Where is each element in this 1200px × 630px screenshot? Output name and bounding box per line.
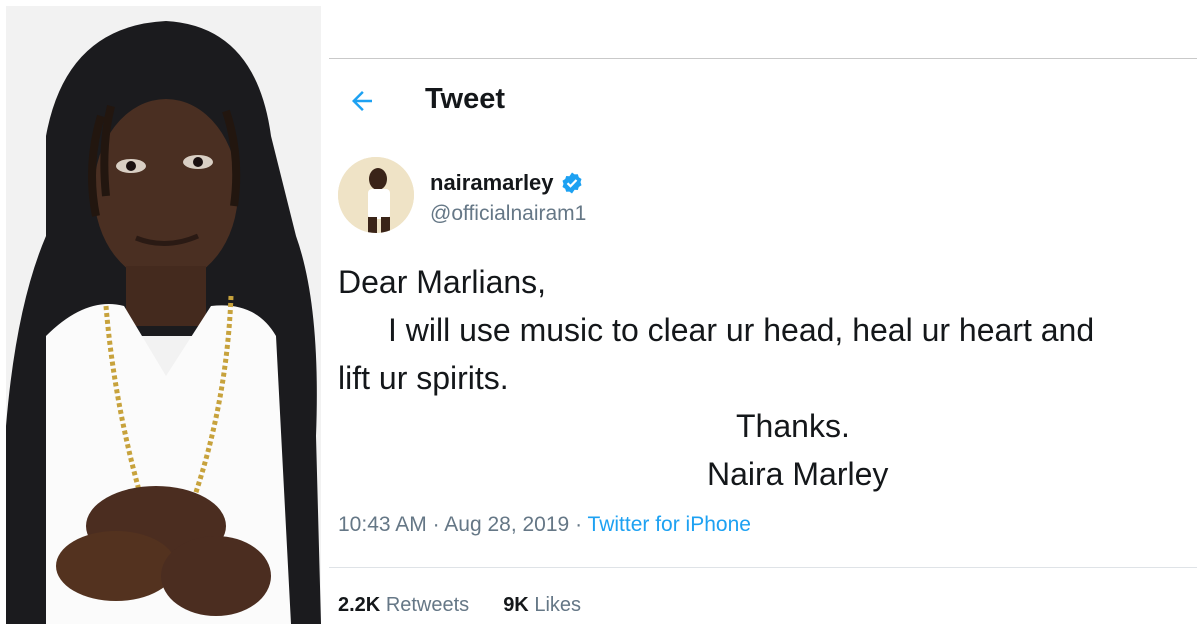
tweet-header: Tweet xyxy=(329,59,1197,143)
tweet-line: Naira Marley xyxy=(707,456,889,492)
tweet-meta: 10:43 AM · Aug 28, 2019 · Twitter for iP… xyxy=(338,513,751,537)
likes-count: 9K xyxy=(503,594,529,616)
page-title: Tweet xyxy=(425,83,506,115)
back-arrow-icon[interactable] xyxy=(347,81,387,121)
tweet-text: Dear Marlians, I will use music to clear… xyxy=(338,258,1198,498)
meta-separator: · xyxy=(575,513,583,536)
tweet-stats: 2.2K Retweets 9K Likes xyxy=(338,594,581,617)
likes-label: Likes xyxy=(534,594,582,616)
tweet-time[interactable]: 10:43 AM xyxy=(338,513,427,536)
retweets-label: Retweets xyxy=(385,594,470,616)
author-handle[interactable]: @officialnairam1 xyxy=(430,202,586,226)
tweet-date[interactable]: Aug 28, 2019 xyxy=(444,513,569,536)
tweet-line: lift ur spirits. xyxy=(338,360,509,396)
avatar[interactable] xyxy=(338,157,414,233)
retweets-count: 2.2K xyxy=(338,594,381,616)
stats-divider xyxy=(329,567,1197,568)
tweet-line: Dear Marlians, xyxy=(338,264,547,300)
tweet-source-link[interactable]: Twitter for iPhone xyxy=(588,513,751,536)
likes-stat[interactable]: 9K Likes xyxy=(503,594,581,617)
tweet-line: I will use music to clear ur head, heal … xyxy=(388,312,1095,348)
retweets-stat[interactable]: 2.2K Retweets xyxy=(338,594,469,617)
verified-badge-icon xyxy=(560,171,584,195)
author-display-name[interactable]: nairamarley xyxy=(430,170,584,196)
display-name-text: nairamarley xyxy=(430,170,554,195)
profile-photo xyxy=(6,6,321,624)
meta-separator: · xyxy=(432,513,440,536)
tweet-line: Thanks. xyxy=(736,408,850,444)
